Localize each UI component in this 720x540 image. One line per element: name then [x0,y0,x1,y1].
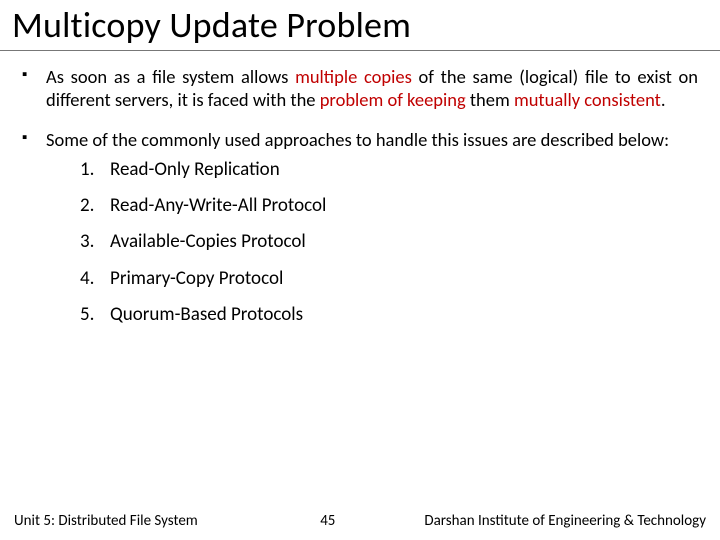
text: them [466,88,514,111]
slide-body: As soon as a file system allows multiple… [0,51,720,328]
list-item: Read-Any-Write-All Protocol [80,194,698,218]
highlight: problem of keeping [320,88,466,111]
footer-org: Darshan Institute of Engineering & Techn… [388,512,706,530]
footer-unit: Unit 5: Distributed File System [14,512,198,530]
list-item: Read-Only Replication [80,158,698,182]
footer: Unit 5: Distributed File System 45 Darsh… [0,512,720,530]
slide: Multicopy Update Problem As soon as a fi… [0,0,720,540]
numbered-list: Read-Only Replication Read-Any-Write-All… [46,158,698,328]
list-item: Quorum-Based Protocols [80,303,698,327]
highlight: multiple copies [295,65,412,88]
text: Some of the commonly used approaches to … [46,128,669,151]
text: As soon as a file system allows [46,65,295,88]
text: . [661,88,666,111]
slide-title: Multicopy Update Problem [0,0,720,51]
footer-page-number: 45 [268,512,388,530]
bullet-1: As soon as a file system allows multiple… [22,65,698,112]
list-item: Available-Copies Protocol [80,230,698,254]
list-item: Primary-Copy Protocol [80,267,698,291]
bullet-2: Some of the commonly used approaches to … [22,128,698,327]
highlight: mutually consistent [514,88,661,111]
bullet-list: As soon as a file system allows multiple… [22,65,698,328]
